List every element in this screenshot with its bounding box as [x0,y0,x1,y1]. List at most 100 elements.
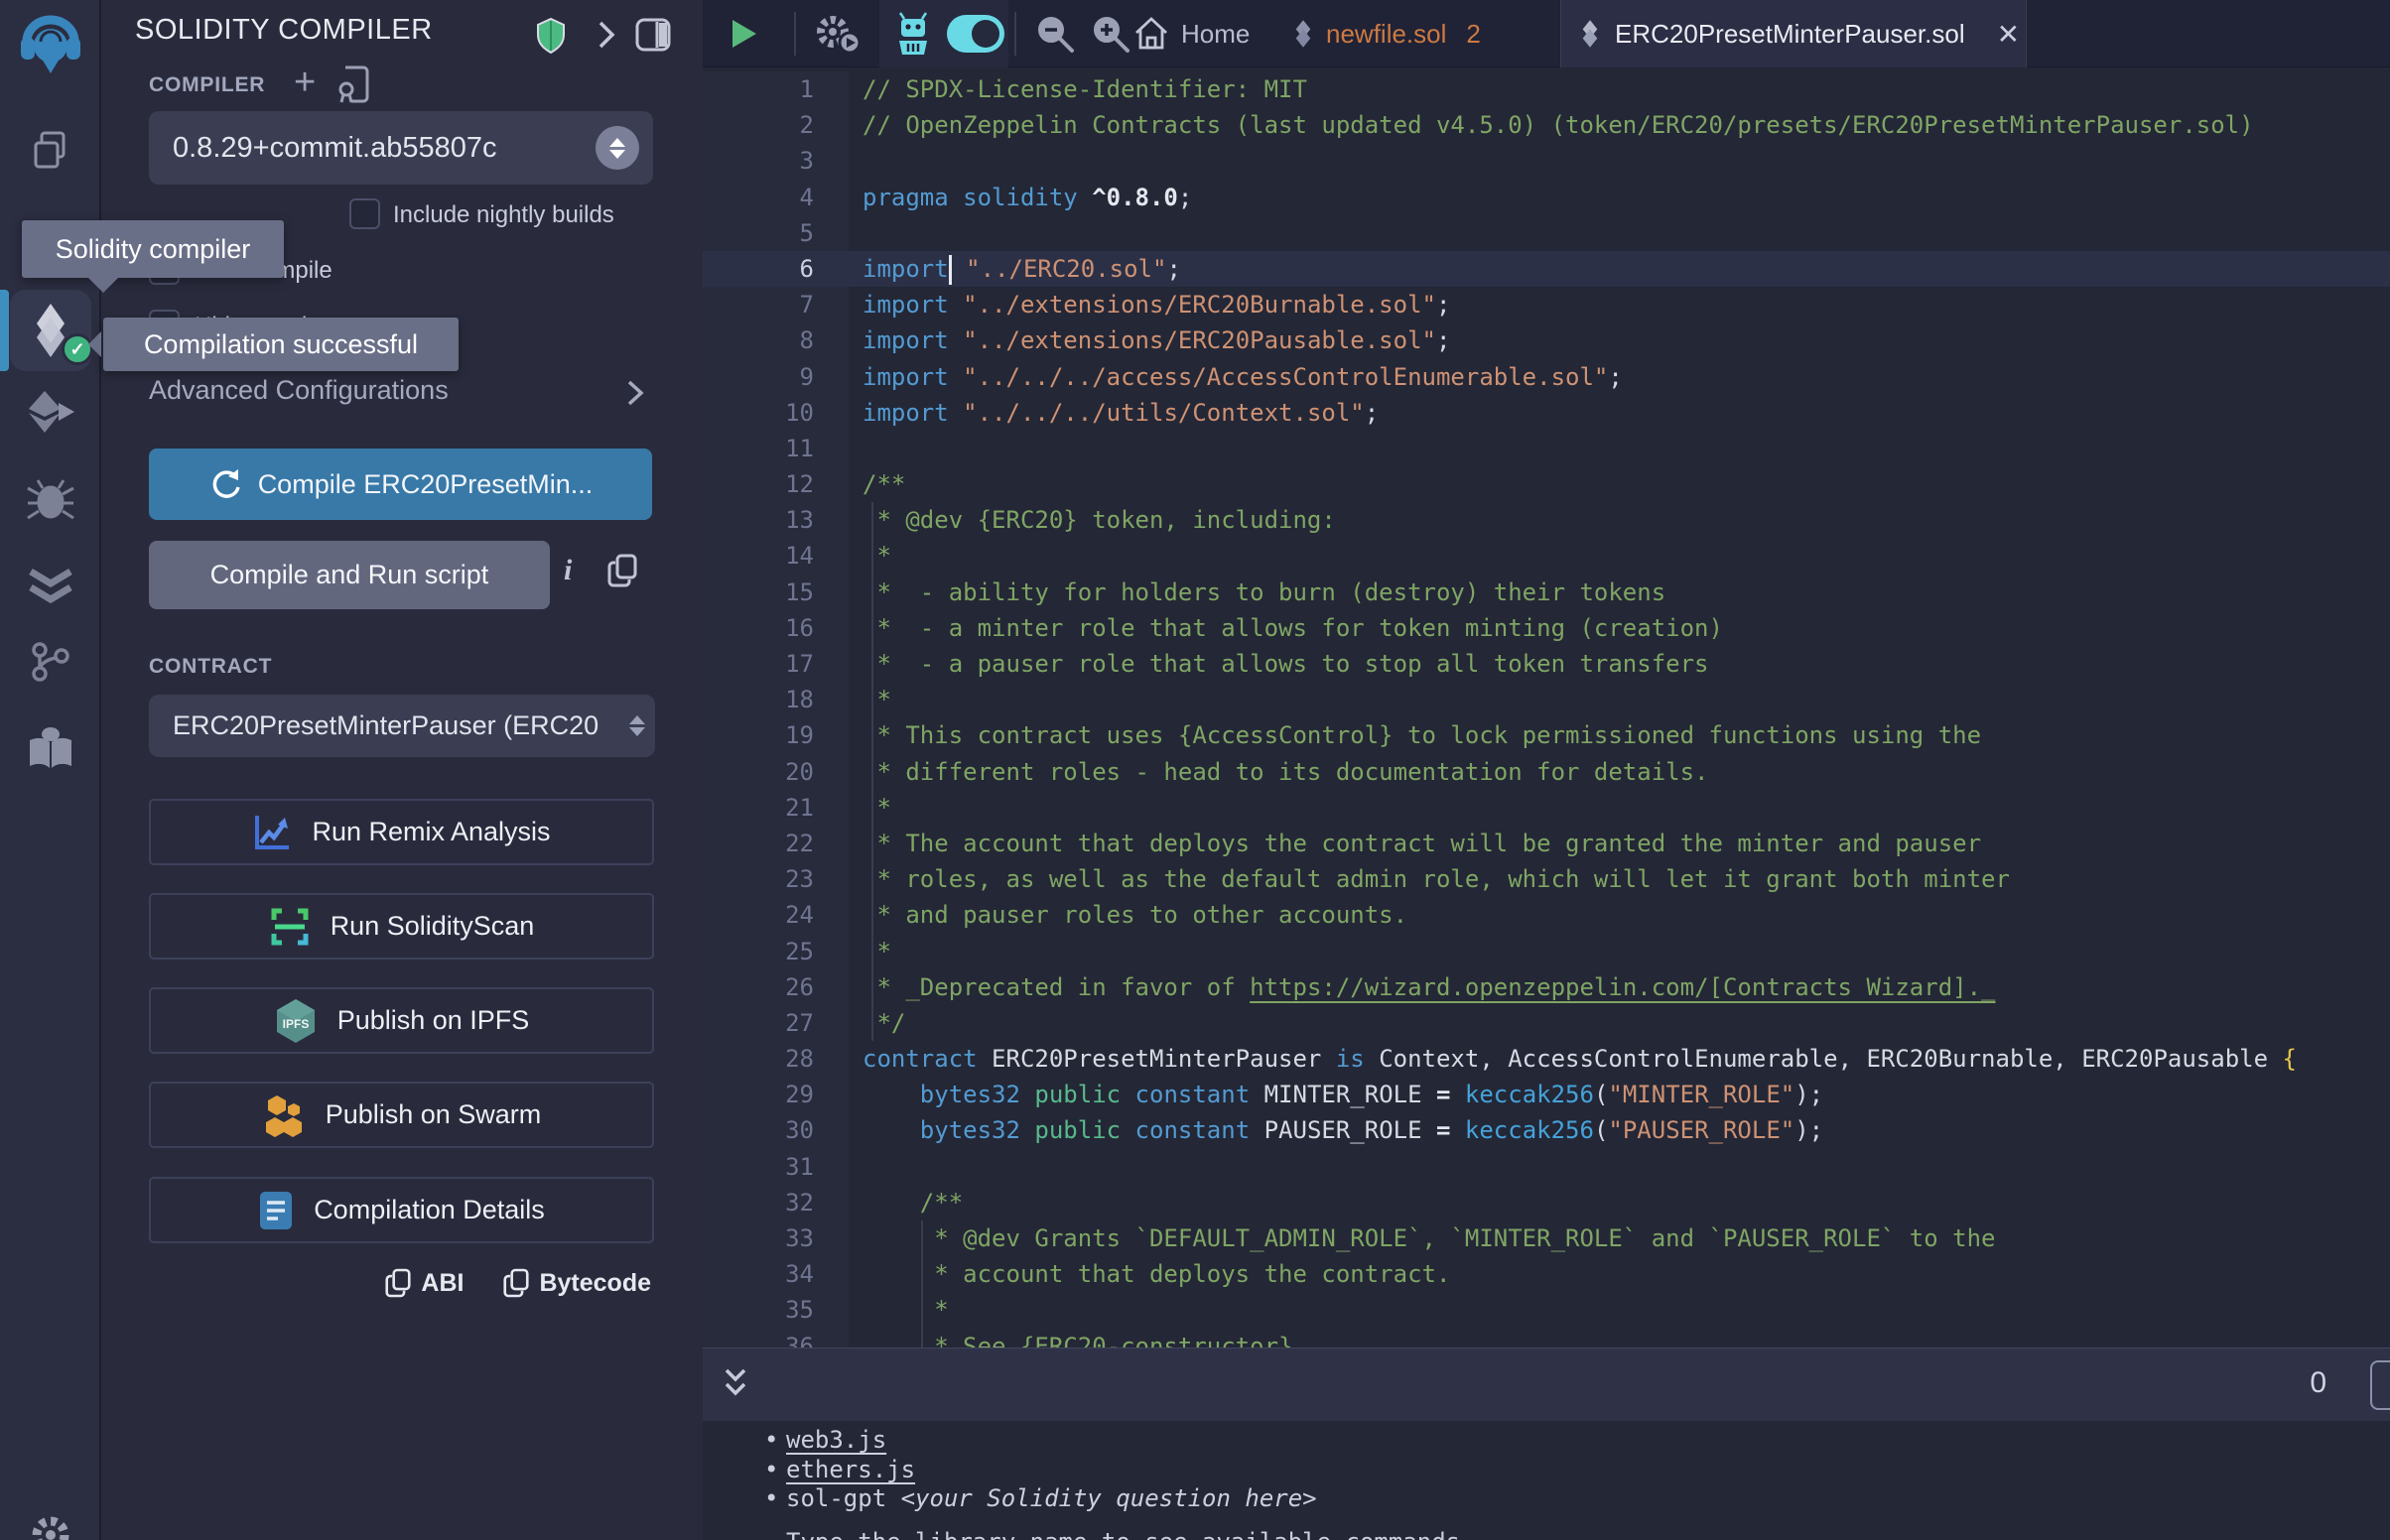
select-updown-icon [596,126,639,170]
code-line: 33 * @dev Grants `DEFAULT_ADMIN_ROLE`, `… [703,1220,2390,1256]
code-line: 25 * [703,934,2390,969]
code-line: 10import "../../../utils/Context.sol"; [703,395,2390,431]
compiler-license-icon[interactable] [337,65,371,108]
indent-guide [921,1220,923,1348]
code-line: 28contract ERC20PresetMinterPauser is Co… [703,1041,2390,1077]
code-line: 27 */ [703,1005,2390,1041]
bytecode-label: Bytecode [539,1269,651,1298]
code-line: 9import "../../../access/AccessControlEn… [703,359,2390,395]
solidityscan-icon [269,908,311,946]
compile-button[interactable]: Compile ERC20PresetMin... [149,449,652,520]
debugger-icon[interactable] [0,476,101,522]
line-number: 3 [703,143,849,179]
tab-bar: Home newfile.sol 2 ERC20PresetMinterPaus… [703,0,2390,67]
run-script-play-icon[interactable] [729,0,760,67]
line-number: 17 [703,646,849,682]
plugin-tooltip-text: Solidity compiler [56,234,251,265]
file-explorer-icon[interactable] [0,127,101,173]
code-line: 24 * and pauser roles to other accounts. [703,897,2390,933]
line-number: 10 [703,395,849,431]
contract-section-label: CONTRACT [149,655,272,679]
code-line: 18 * [703,682,2390,717]
code-line: 22 * The account that deploys the contra… [703,826,2390,861]
copy-icon[interactable] [607,554,637,592]
code-line: 11 [703,431,2390,466]
tab-newfile-label: newfile.sol [1326,19,1446,50]
settings-gear-icon[interactable] [0,1512,101,1540]
code-line: 5 [703,215,2390,251]
terminal-hint: Type the library name to see available c… [764,1528,2390,1540]
remix-ai-robot-icon[interactable] [891,0,935,67]
code-line: 36 * See {ERC20-constructor}. [703,1329,2390,1348]
run-solidityscan-button[interactable]: Run SolidityScan [149,893,654,960]
tab-erc20presetminterpauser[interactable]: ERC20PresetMinterPauser.sol ✕ [1560,0,2027,67]
deploy-run-icon[interactable] [0,389,101,435]
publish-on-swarm-label: Publish on Swarm [326,1099,542,1130]
script-config-gear-icon[interactable] [814,0,862,67]
learneth-icon[interactable] [0,726,101,772]
expand-terminal-icon[interactable] [719,1364,752,1409]
terminal-command: sol-gpt [786,1484,901,1514]
line-number: 4 [703,180,849,215]
advanced-configurations-toggle[interactable]: Advanced Configurations [149,375,655,409]
publish-on-ipfs-button[interactable]: IPFS Publish on IPFS [149,987,654,1054]
zoom-out-icon[interactable] [1034,0,1076,67]
line-number: 25 [703,934,849,969]
shield-icon[interactable] [536,18,566,59]
copy-bytecode-button[interactable]: Bytecode [503,1268,651,1298]
line-number: 31 [703,1149,849,1185]
line-number: 20 [703,754,849,790]
line-number: 22 [703,826,849,861]
line-number: 29 [703,1077,849,1112]
pin-panel-icon[interactable] [635,18,671,57]
analysis-chart-icon [252,813,292,852]
indent-guide [871,502,873,1041]
line-number: 26 [703,969,849,1005]
line-number: 27 [703,1005,849,1041]
contract-select-value: ERC20PresetMinterPauser (ERC20 [173,710,629,741]
code-line: 1// SPDX-License-Identifier: MIT [703,71,2390,107]
main-area: Home newfile.sol 2 ERC20PresetMinterPaus… [703,0,2390,1540]
line-number: 23 [703,861,849,897]
terminal-library-link[interactable]: web3.js [786,1426,886,1456]
line-number: 6 [703,251,849,287]
run-remix-analysis-label: Run Remix Analysis [312,817,550,847]
close-tab-icon[interactable]: ✕ [1997,18,2020,51]
line-number: 5 [703,215,849,251]
compiler-version-value: 0.8.29+commit.ab55807c [173,132,596,165]
code-editor[interactable]: 1// SPDX-License-Identifier: MIT2// Open… [703,67,2390,1348]
unit-testing-icon[interactable] [0,564,101,609]
remix-logo-icon[interactable] [0,12,101,79]
line-number: 14 [703,538,849,574]
run-remix-analysis-button[interactable]: Run Remix Analysis [149,799,654,865]
code-line: 15 * - ability for holders to burn (dest… [703,575,2390,610]
code-line: 12/** [703,466,2390,502]
zoom-in-icon[interactable] [1090,0,1131,67]
tab-home[interactable]: Home [1133,0,1250,67]
terminal-search-input[interactable] [2370,1360,2390,1410]
copy-abi-button[interactable]: ABI [385,1268,464,1298]
code-line: 31 [703,1149,2390,1185]
terminal-library-link[interactable]: ethers.js [786,1456,915,1485]
code-line: 2// OpenZeppelin Contracts (last updated… [703,107,2390,143]
compilation-details-button[interactable]: Compilation Details [149,1177,654,1243]
line-number: 13 [703,502,849,538]
add-custom-compiler-icon[interactable]: + [294,62,316,104]
ai-copilot-toggle[interactable] [947,15,1004,53]
line-number: 8 [703,322,849,358]
code-line: 8import "../extensions/ERC20Pausable.sol… [703,322,2390,358]
chevron-right-icon[interactable] [596,20,617,55]
line-number: 28 [703,1041,849,1077]
info-icon[interactable]: i [564,554,572,587]
compile-and-run-button[interactable]: Compile and Run script [149,541,550,609]
tab-newfile[interactable]: newfile.sol 2 [1276,0,1560,67]
abi-label: ABI [421,1269,464,1298]
compiler-version-select[interactable]: 0.8.29+commit.ab55807c [149,111,653,185]
nightly-builds-checkbox[interactable] [349,198,380,229]
git-icon[interactable] [0,640,101,686]
line-number: 34 [703,1256,849,1292]
contract-select[interactable]: ERC20PresetMinterPauser (ERC20 [149,695,655,757]
code-line: 32 /** [703,1185,2390,1220]
publish-on-swarm-button[interactable]: Publish on Swarm [149,1082,654,1148]
compiler-section-label: COMPILER [149,73,265,97]
